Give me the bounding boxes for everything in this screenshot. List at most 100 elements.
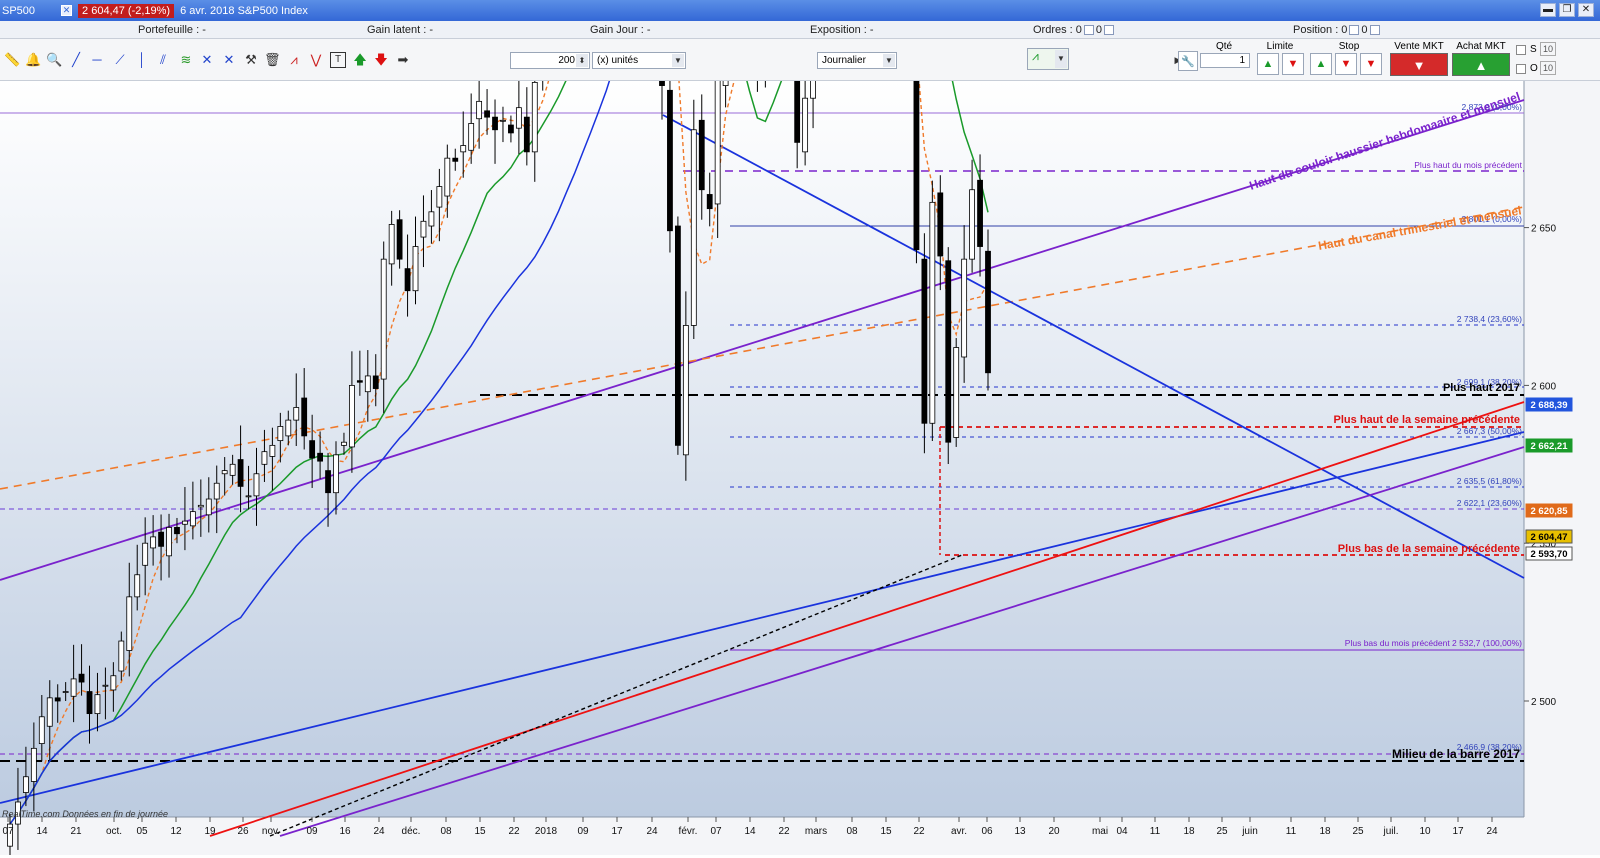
stop-limit-button[interactable]: ▼ [1360, 53, 1382, 75]
candle-up [333, 454, 339, 494]
exposition-status: Exposition : - [810, 24, 874, 36]
text-tool-icon[interactable]: T [330, 52, 346, 68]
buy-icon: ▲ [1262, 58, 1274, 70]
minimize-icon[interactable]: ▬ [1540, 3, 1556, 17]
x-tick-label: 24 [1486, 826, 1498, 837]
candle-up [134, 574, 141, 598]
fib-label: 2 738,4 (23,60%) [1457, 314, 1522, 324]
candle-up [810, 3, 816, 99]
arrow-up-icon[interactable]: 🡅 [352, 52, 368, 68]
candle-down [659, 0, 665, 86]
candle-up [476, 100, 483, 120]
quantity-input[interactable]: 200 ⬍ [510, 52, 590, 69]
limit-buy-button[interactable]: ▲ [1257, 53, 1279, 75]
cross-tool-icon[interactable]: ✕ [199, 52, 215, 68]
x-tick-label: 2018 [535, 826, 558, 837]
x-tick-label: 26 [237, 826, 249, 837]
stop-sell-button[interactable]: ▼ [1335, 53, 1357, 75]
price-tag-label: 2 688,39 [1531, 400, 1568, 411]
wave-icon[interactable]: ⋁ [308, 52, 324, 68]
candle-down [675, 225, 681, 446]
chevron-down-icon[interactable]: ▼ [883, 54, 895, 67]
candle-down [667, 89, 673, 232]
y-tick-label: 2 600 [1531, 381, 1556, 392]
alert-bell-icon[interactable]: 🔔 [25, 52, 41, 68]
candle-up [253, 473, 260, 497]
wrench-icon[interactable]: 🔧 [1178, 51, 1198, 71]
arrow-down-icon[interactable]: 🡇 [373, 52, 389, 68]
x-tick-label: 16 [339, 826, 351, 837]
limite-label: Limite [1266, 41, 1294, 52]
candle-up [205, 498, 212, 516]
instrument-description: 6 avr. 2018 S&P500 Index [180, 4, 308, 17]
orders-link-icon[interactable] [1104, 25, 1115, 36]
channel-icon[interactable]: ⫽ [155, 52, 171, 68]
arrow-right-icon[interactable]: ➡ [395, 52, 411, 68]
candle-down [945, 260, 952, 443]
price-chart[interactable]: 2 872,9 (0,00%) Plus haut du mois précéde… [0, 0, 1600, 856]
trendline-icon[interactable]: ⟋ [112, 52, 128, 68]
delete-icon[interactable]: 🗑 [264, 52, 281, 68]
position-link-icon[interactable] [1369, 25, 1380, 36]
x-tick-label: 22 [913, 826, 925, 837]
order-qty-input[interactable]: 1 [1200, 53, 1250, 68]
close-position-icon[interactable] [1349, 25, 1360, 36]
magnet-icon[interactable]: ⚒ [243, 52, 259, 68]
chevron-down-icon[interactable]: ▼ [1055, 50, 1067, 68]
x-tick-label: 17 [1452, 826, 1464, 837]
vertical-line-icon[interactable]: │ [134, 52, 150, 68]
achat-mkt-button[interactable]: ▲ [1452, 53, 1510, 76]
x-tick-label: 09 [306, 826, 318, 837]
fibonacci-icon[interactable]: ≋ [178, 52, 194, 68]
x-tick-label: mai [1092, 826, 1108, 837]
instrument-symbol[interactable]: SP500 [2, 5, 35, 17]
close-icon[interactable]: ✕ [1578, 3, 1594, 17]
x-tick-label: 18 [1183, 826, 1195, 837]
stop-buy-button[interactable]: ▲ [1310, 53, 1332, 75]
chart-svg[interactable]: 2 872,9 (0,00%)Plus haut du mois précéde… [0, 0, 1600, 856]
candle-down [452, 157, 459, 162]
s-checkbox[interactable] [1516, 45, 1526, 55]
candle-up [118, 640, 125, 672]
x-tick-label: 05 [136, 826, 148, 837]
vente-mkt-button[interactable]: ▼ [1390, 53, 1448, 76]
x-tick-label: 14 [744, 826, 756, 837]
x-tick-label: 09 [577, 826, 589, 837]
limit-sell-button[interactable]: ▼ [1282, 53, 1304, 75]
o-checkbox[interactable] [1516, 64, 1526, 74]
line-tool-icon[interactable]: ╱ [68, 52, 84, 68]
x-tick-label: nov. [262, 826, 280, 837]
chevron-down-icon[interactable]: ▼ [672, 54, 684, 67]
candle-down [937, 192, 944, 257]
sell-icon: ▼ [1365, 58, 1377, 70]
pattern-icon[interactable]: ⩘ [286, 52, 302, 68]
candle-down [372, 375, 379, 389]
window-controls: ▬ ❐ ✕ [1540, 3, 1594, 17]
ruler-icon[interactable]: 📏 [4, 52, 20, 68]
cancel-orders-icon[interactable] [1083, 25, 1094, 36]
spinner-icon[interactable]: ⬍ [576, 54, 588, 67]
gann-icon[interactable]: ✕ [221, 52, 237, 68]
candle-down [913, 11, 920, 251]
s-value[interactable]: 10 [1540, 42, 1556, 56]
candle-up [46, 697, 53, 727]
x-tick-label: déc. [402, 826, 421, 837]
candle-up [182, 520, 188, 525]
x-tick-label: 06 [981, 826, 993, 837]
restore-icon[interactable]: ❐ [1559, 3, 1575, 17]
horizontal-line-icon[interactable]: ─ [89, 52, 105, 68]
x-tick-label: 08 [440, 826, 452, 837]
period-select[interactable]: Journalier ▼ [817, 52, 897, 69]
quantity-value: 200 [558, 55, 575, 66]
price-tag-label: 2 604,47 [1531, 532, 1568, 543]
zoom-icon[interactable]: 🔍 [46, 52, 62, 68]
portefeuille-status: Portefeuille : - [138, 24, 206, 36]
position-label: Position : 0 [1293, 24, 1348, 36]
x-tick-label: 11 [1286, 826, 1297, 837]
indicator-menu-button[interactable]: ⩘ ▼ [1027, 48, 1069, 70]
unit-select[interactable]: (x) unités ▼ [592, 52, 686, 69]
x-tick-label: 25 [1352, 826, 1364, 837]
o-value[interactable]: 10 [1540, 61, 1556, 75]
candle-down [78, 673, 85, 683]
checkbox-icon[interactable]: ✕ [61, 5, 73, 16]
